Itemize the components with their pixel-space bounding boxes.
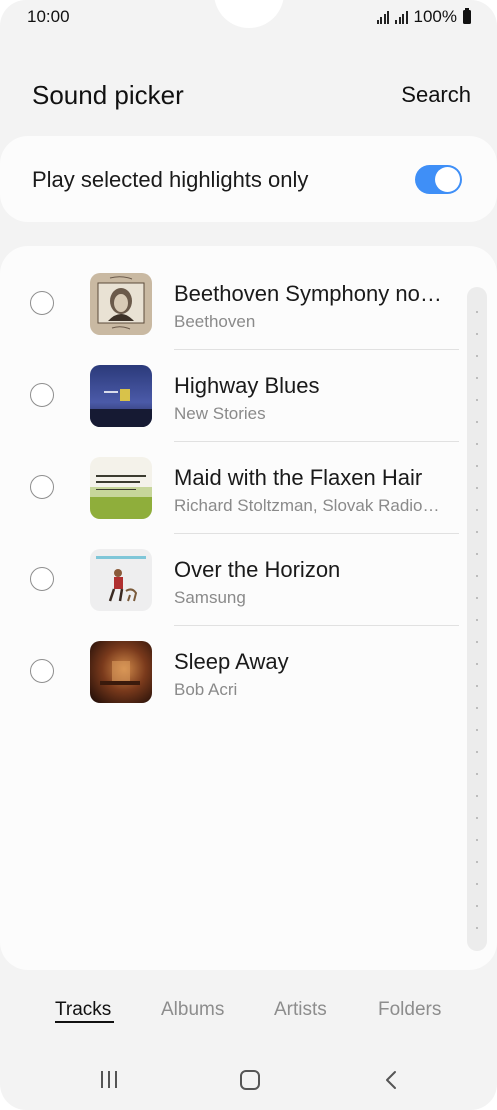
active-tab-indicator bbox=[55, 1021, 114, 1023]
track-list: Beethoven Symphony no… Beethoven Highway… bbox=[0, 246, 497, 970]
highlights-toggle-switch[interactable] bbox=[415, 165, 462, 194]
track-title: Maid with the Flaxen Hair bbox=[174, 465, 423, 490]
track-row[interactable]: Over the Horizon Samsung bbox=[0, 522, 497, 626]
tab-artists[interactable]: Artists bbox=[274, 999, 327, 1021]
track-artist: Beethoven bbox=[174, 312, 256, 331]
battery-icon bbox=[463, 8, 471, 24]
scroll-index-dots bbox=[476, 301, 478, 941]
battery-percent: 100% bbox=[413, 7, 457, 26]
album-art-maid-flaxen-hair bbox=[90, 457, 152, 519]
page-title: Sound picker bbox=[32, 80, 184, 110]
track-radio[interactable] bbox=[30, 659, 54, 683]
album-art-beethoven bbox=[90, 273, 152, 335]
track-title: Highway Blues bbox=[174, 373, 320, 398]
track-title: Sleep Away bbox=[174, 649, 289, 674]
signal-icon bbox=[376, 10, 390, 24]
bottom-tabs: Tracks Albums Artists Folders bbox=[0, 995, 497, 1035]
track-row[interactable]: Maid with the Flaxen Hair Richard Stoltz… bbox=[0, 430, 497, 534]
album-art-over-the-horizon bbox=[90, 549, 152, 611]
sound-picker-screen: 10:00 100% Sound picker Search Play sele… bbox=[0, 0, 497, 1110]
recents-icon[interactable] bbox=[101, 1071, 117, 1088]
highlights-toggle-label: Play selected highlights only bbox=[32, 167, 309, 192]
album-art-sleep-away bbox=[90, 641, 152, 703]
tab-tracks[interactable]: Tracks bbox=[55, 999, 111, 1021]
status-icons: 100% bbox=[376, 7, 471, 27]
track-row[interactable]: Highway Blues New Stories bbox=[0, 338, 497, 442]
tab-albums[interactable]: Albums bbox=[161, 999, 224, 1021]
home-icon[interactable] bbox=[240, 1070, 260, 1090]
track-row[interactable]: Sleep Away Bob Acri bbox=[0, 614, 497, 706]
fast-scroll-bar[interactable] bbox=[467, 287, 487, 951]
track-row[interactable]: Beethoven Symphony no… Beethoven bbox=[0, 246, 497, 350]
back-icon[interactable] bbox=[382, 1069, 402, 1091]
toggle-knob bbox=[435, 167, 460, 192]
track-artist: New Stories bbox=[174, 404, 266, 423]
track-radio[interactable] bbox=[30, 475, 54, 499]
track-radio[interactable] bbox=[30, 291, 54, 315]
status-time: 10:00 bbox=[27, 7, 70, 26]
track-artist: Richard Stoltzman, Slovak Radio… bbox=[174, 496, 440, 515]
search-button[interactable]: Search bbox=[401, 82, 471, 108]
status-bar: 10:00 100% bbox=[0, 0, 497, 34]
signal-icon-secondary bbox=[395, 10, 408, 24]
track-radio[interactable] bbox=[30, 383, 54, 407]
tab-folders[interactable]: Folders bbox=[378, 999, 441, 1021]
track-radio[interactable] bbox=[30, 567, 54, 591]
track-title: Beethoven Symphony no… bbox=[174, 281, 442, 306]
track-artist: Bob Acri bbox=[174, 680, 238, 699]
track-artist: Samsung bbox=[174, 588, 246, 607]
navigation-bar bbox=[0, 1055, 497, 1110]
album-art-highway-blues bbox=[90, 365, 152, 427]
track-title: Over the Horizon bbox=[174, 557, 341, 582]
camera-notch bbox=[214, 0, 284, 28]
